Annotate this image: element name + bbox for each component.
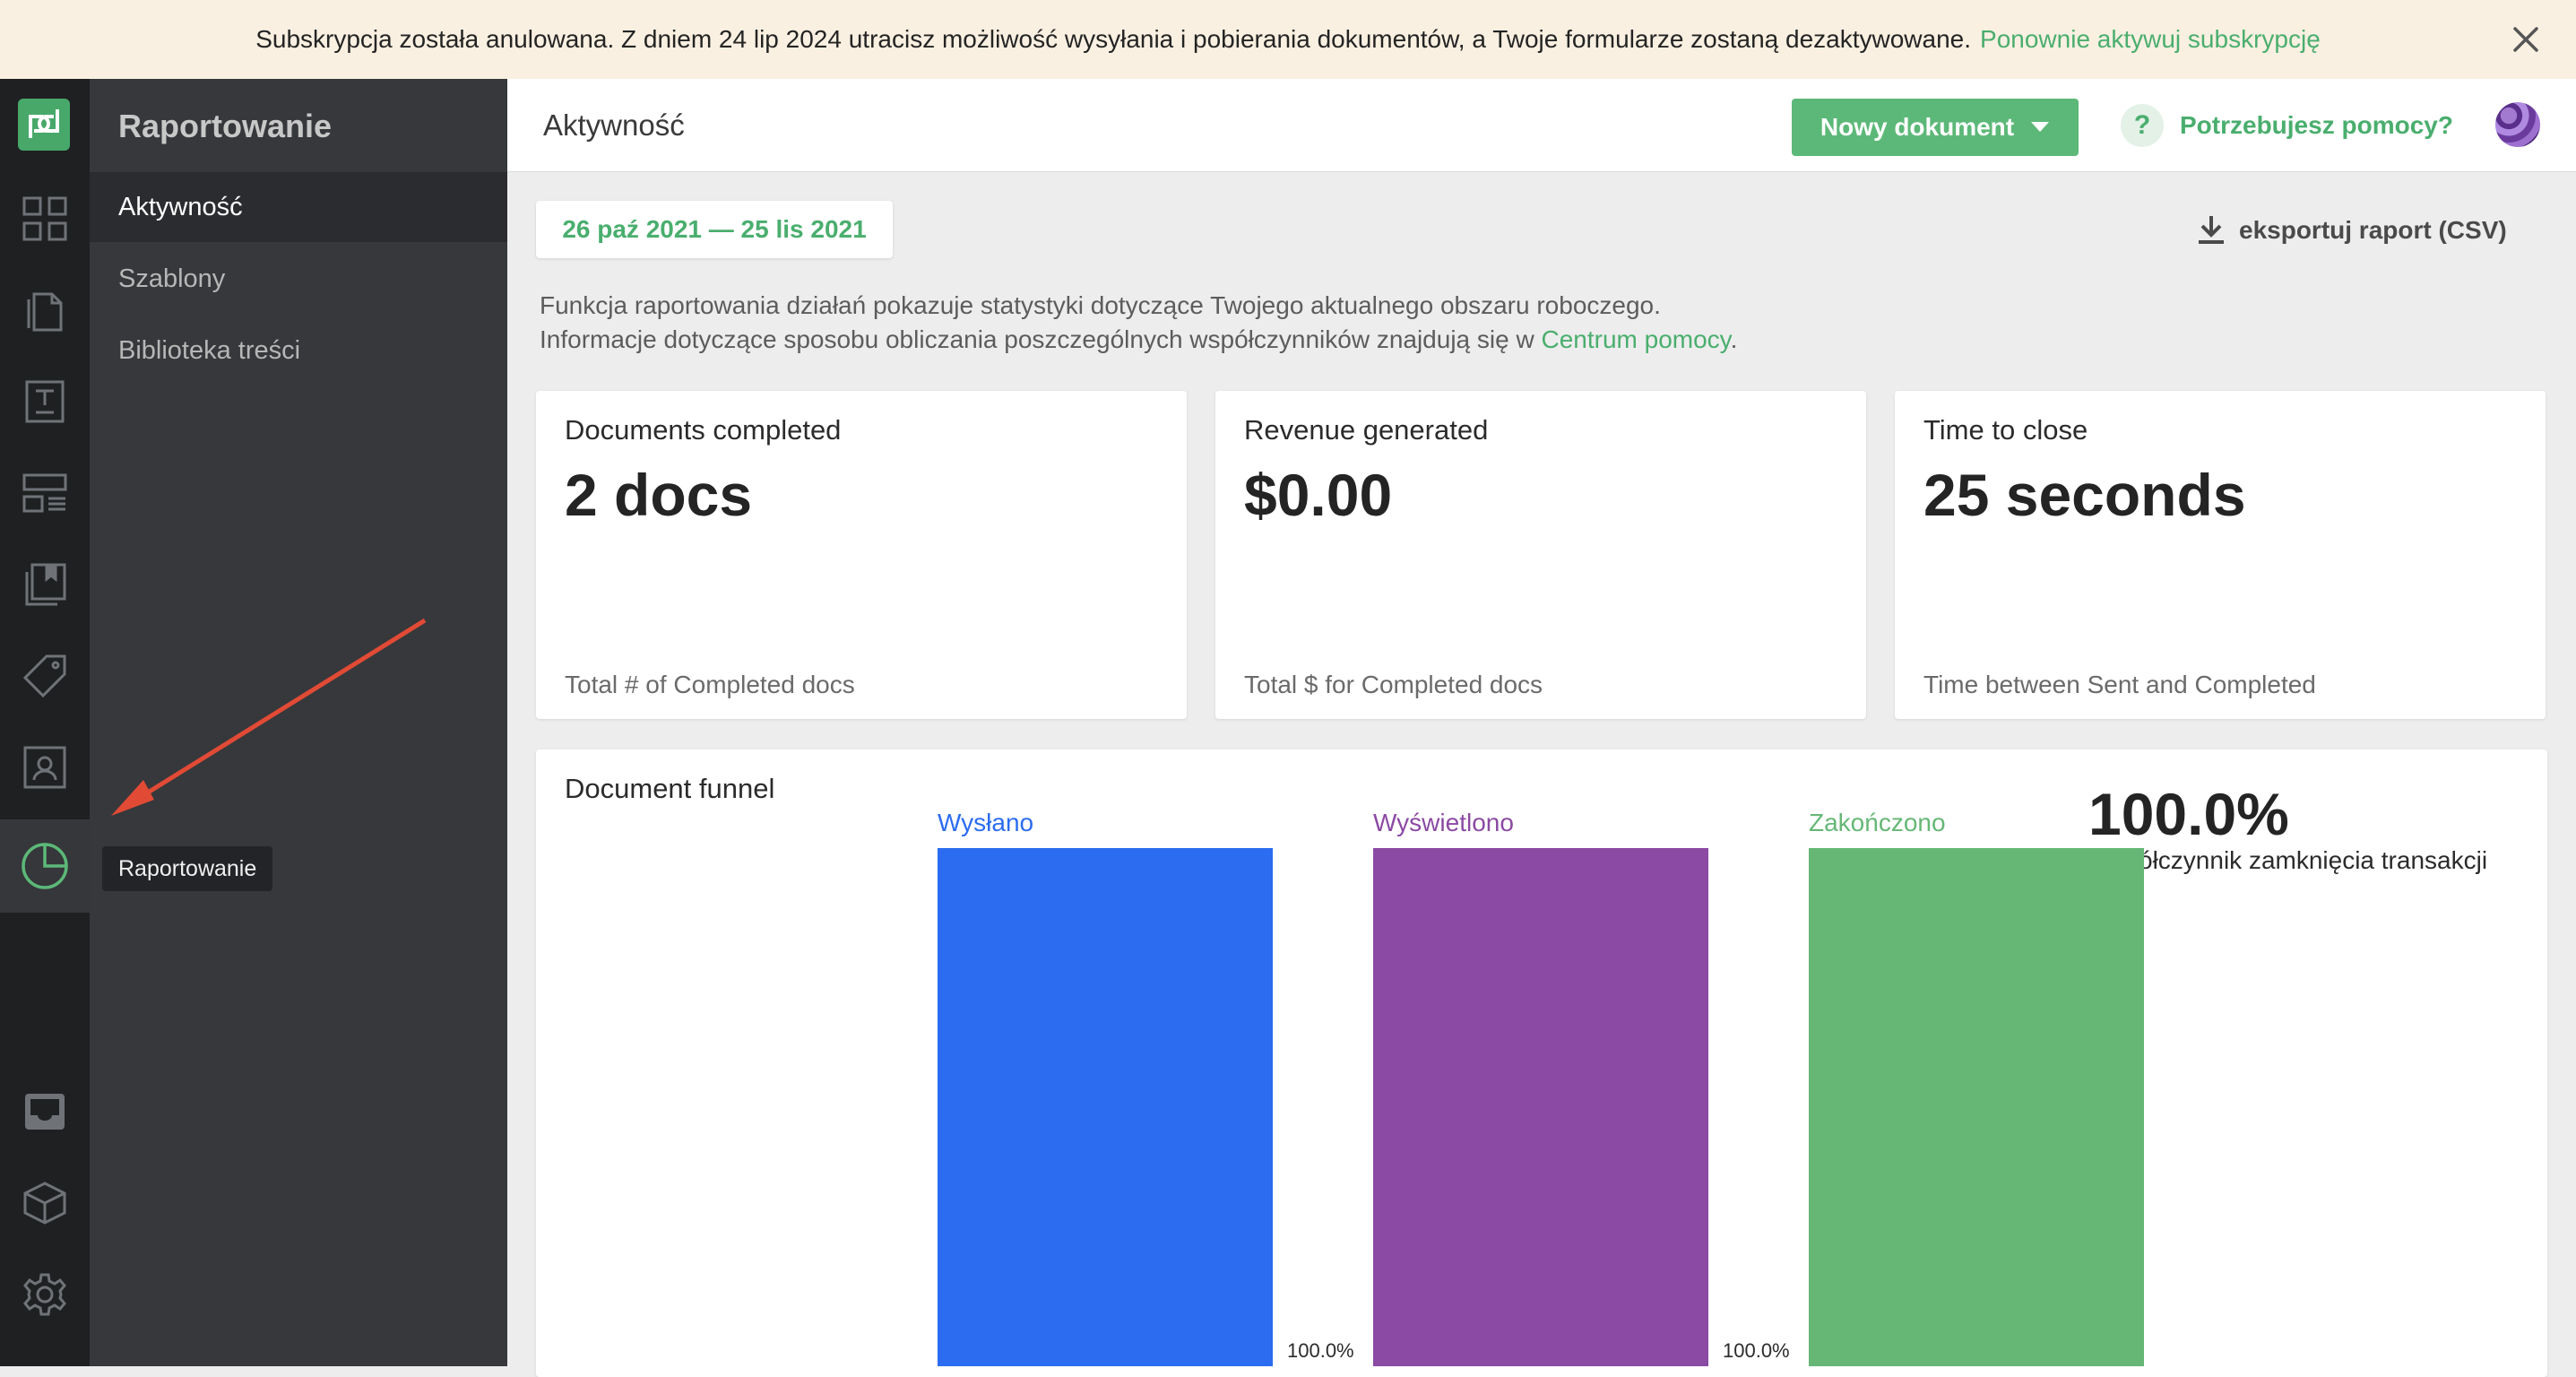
card-title: Revenue generated [1244, 414, 1489, 446]
sidebar-item-biblioteka-tresci[interactable]: Biblioteka treści [90, 316, 507, 385]
help-question-icon: ? [2121, 104, 2164, 147]
forms-icon[interactable] [16, 464, 73, 522]
help-button[interactable]: ? Potrzebujesz pomocy? [2121, 97, 2453, 154]
reports-icon[interactable] [0, 819, 90, 913]
inbox-icon[interactable] [16, 1083, 73, 1140]
contacts-icon[interactable] [16, 739, 73, 796]
document-funnel-card: Document funnel 100.0% Współczynnik zamk… [536, 749, 2547, 1377]
card-title: Documents completed [565, 414, 842, 446]
card-value: 2 docs [565, 462, 753, 528]
description-suffix: . [1730, 325, 1738, 353]
close-rate-label: Współczynnik zamknięcia transakcji [2088, 846, 2488, 874]
card-documents-completed: Documents completed 2 docs Total # of Co… [536, 391, 1187, 719]
documents-icon[interactable] [16, 281, 73, 339]
logo-icon[interactable] [18, 99, 70, 151]
close-rate-value: 100.0% [2088, 781, 2289, 847]
close-banner-button[interactable] [2504, 18, 2547, 61]
export-csv-button[interactable]: eksportuj raport (CSV) [2196, 210, 2507, 251]
help-label: Potrzebujesz pomocy? [2180, 111, 2453, 139]
date-range-picker[interactable]: 26 paź 2021 — 25 lis 2021 [536, 201, 893, 258]
banner-message: Subskrypcja została anulowana. Z dniem 2… [255, 25, 1972, 53]
export-label: eksportuj raport (CSV) [2239, 216, 2507, 244]
card-footer: Time between Sent and Completed [1923, 671, 2316, 698]
card-footer: Total # of Completed docs [565, 671, 855, 698]
funnel-title: Document funnel [565, 773, 775, 804]
reports-tooltip: Raportowanie [102, 846, 273, 891]
dashboard-icon[interactable] [16, 190, 73, 247]
settings-gear-icon[interactable] [16, 1266, 73, 1323]
close-icon [2513, 27, 2538, 52]
new-document-button[interactable]: Nowy dokument [1792, 99, 2079, 156]
funnel-bar-label-1: Wysłano [938, 809, 1034, 836]
description-line-2-text: Informacje dotyczące sposobu obliczania … [540, 325, 1534, 353]
funnel-conversion-label-2: 100.0% [1723, 1339, 1790, 1362]
help-center-link[interactable]: Centrum pomocy [1541, 325, 1730, 353]
page-title: Aktywność [543, 108, 685, 142]
download-icon [2199, 216, 2224, 244]
funnel-bar-label-2: Wyświetlono [1373, 809, 1514, 836]
report-description: Funkcja raportowania działań pokazuje st… [540, 289, 1737, 357]
icon-rail [0, 79, 90, 1366]
reactivate-subscription-link[interactable]: Ponownie aktywuj subskrypcję [1980, 25, 2321, 54]
card-value: $0.00 [1244, 462, 1393, 528]
funnel-bar-3 [1809, 848, 2144, 1366]
catalog-cube-icon[interactable] [16, 1174, 73, 1232]
card-title: Time to close [1923, 414, 2088, 446]
funnel-conversion-label-1: 100.0% [1287, 1339, 1354, 1362]
new-document-label: Nowy dokument [1820, 113, 2015, 141]
funnel-bar-2 [1373, 848, 1708, 1366]
funnel-bar-label-3: Zakończono [1809, 809, 1946, 836]
card-value: 25 seconds [1923, 462, 2246, 528]
sidebar-item-szablony[interactable]: Szablony [90, 244, 507, 314]
card-time-to-close: Time to close 25 seconds Time between Se… [1895, 391, 2546, 719]
description-line-2: Informacje dotyczące sposobu obliczania … [540, 323, 1737, 357]
avatar[interactable] [2495, 102, 2540, 147]
templates-icon[interactable] [16, 373, 73, 430]
subscription-banner: Subskrypcja została anulowana. Z dniem 2… [0, 0, 2576, 79]
card-revenue-generated: Revenue generated $0.00 Total $ for Comp… [1215, 391, 1866, 719]
funnel-bar-1 [938, 848, 1273, 1366]
annotation-arrow [111, 618, 427, 816]
chevron-down-icon [2031, 122, 2050, 132]
sidebar-title: Raportowanie [118, 108, 333, 144]
description-line-1: Funkcja raportowania działań pokazuje st… [540, 291, 1661, 319]
page-header: Aktywność Nowy dokument ? Potrzebujesz p… [507, 79, 2576, 172]
content-library-icon[interactable] [16, 556, 73, 613]
tag-icon[interactable] [16, 647, 73, 705]
card-footer: Total $ for Completed docs [1244, 671, 1543, 698]
sidebar-item-aktywnosc[interactable]: Aktywność [90, 172, 507, 242]
